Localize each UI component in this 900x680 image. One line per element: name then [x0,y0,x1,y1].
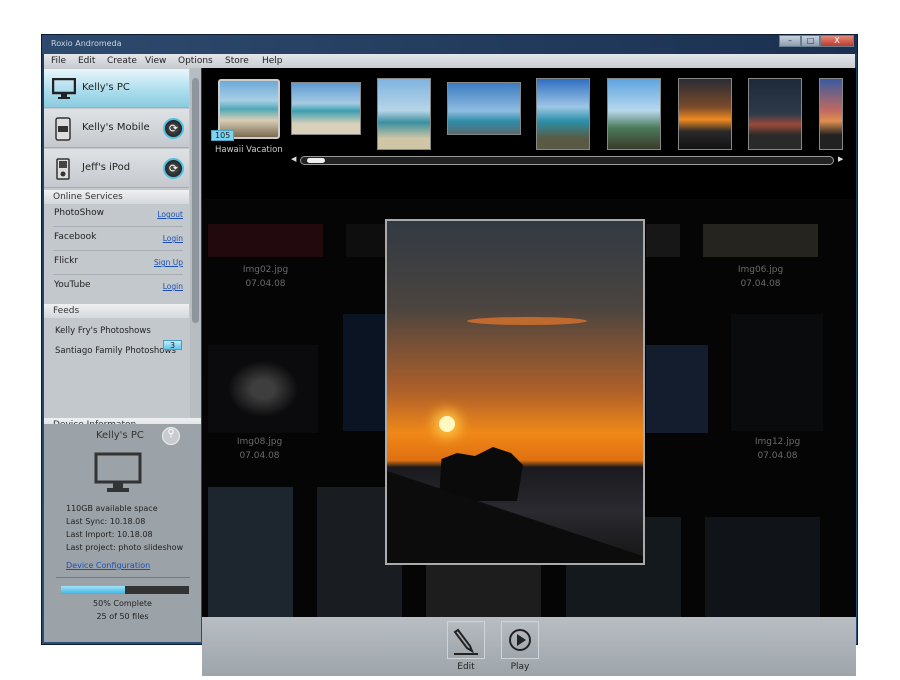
strip-thumbnail[interactable] [536,78,590,150]
main-content: 105 Hawaii Vacation ◀ ▶ Img02.jpg 07.04.… [202,68,856,676]
strip-scroll-thumb[interactable] [307,158,325,163]
scroll-left-arrow[interactable]: ◀ [291,155,296,163]
sync-icon[interactable]: ⟳ [163,158,184,179]
menu-create[interactable]: Create [107,56,137,66]
ipod-icon [56,158,70,180]
device-label: Kelly's Mobile [82,122,150,133]
strip-thumbnail[interactable] [447,82,521,135]
monitor-icon [94,452,142,492]
window-title: Roxio Andromeda [51,39,122,48]
menu-view[interactable]: View [145,56,166,66]
login-link[interactable]: Login [163,234,183,243]
menu-help[interactable]: Help [262,56,283,66]
device-kellys-pc[interactable]: Kelly's PC [44,69,189,108]
strip-thumbnail[interactable] [607,78,661,150]
feed-badge: 3 [163,340,182,350]
last-sync: Last Sync: 10.18.08 [66,517,146,526]
files-count: 25 of 50 files [96,612,149,621]
title-bar: Roxio Andromeda – □ X [42,35,857,54]
device-info-panel: Kelly's PC ⚲ 110GB available space Last … [44,424,201,642]
progress-bar [61,586,189,594]
usb-icon: ⚲ [162,427,180,445]
play-button[interactable] [501,621,539,659]
device-configuration-link[interactable]: Device Configuration [66,561,150,570]
play-label: Play [510,662,530,672]
edit-label: Edit [457,662,475,672]
monitor-icon [52,78,76,99]
strip-thumbnail[interactable] [748,78,802,150]
last-import: Last Import: 10.18.08 [66,530,153,539]
edit-button[interactable] [447,621,485,659]
device-label: Jeff's iPod [82,162,131,173]
scroll-right-arrow[interactable]: ▶ [838,155,843,163]
maximize-button[interactable]: □ [801,35,820,47]
photo-preview[interactable] [385,219,645,565]
strip-scrollbar[interactable] [300,156,834,165]
feeds-header: Feeds [44,304,189,318]
mobile-icon [55,117,71,141]
play-icon [509,629,531,651]
sync-icon[interactable]: ⟳ [163,118,184,139]
device-label: Kelly's PC [82,82,130,93]
scrollbar-thumb[interactable] [192,78,199,323]
online-services-header: Online Services [44,190,189,204]
device-jeffs-ipod[interactable]: Jeff's iPod ⟳ [44,149,189,188]
menu-store[interactable]: Store [225,56,249,66]
signup-link[interactable]: Sign Up [154,258,183,267]
menu-edit[interactable]: Edit [78,56,95,66]
device-info-name: Kelly's PC [96,430,144,441]
app-window: Roxio Andromeda – □ X File Edit Create V… [41,34,858,676]
bottom-toolbar: Edit Play [202,617,856,676]
close-button[interactable]: X [820,35,854,47]
strip-thumbnail[interactable] [819,78,843,150]
photo-grid: Img02.jpg 07.04.08 Img06.jpg 07.04.08 Img0… [202,199,856,617]
service-name: Flickr [54,256,79,266]
service-name: PhotoShow [54,208,104,218]
sun [439,416,455,432]
service-youtube: YouTube Login [53,276,183,299]
menu-file[interactable]: File [51,56,66,66]
sidebar: Kelly's PC Kelly's Mobile ⟳ Jeff's iPod … [44,68,201,642]
strip-thumbnail[interactable] [377,78,431,150]
device-kellys-mobile[interactable]: Kelly's Mobile ⟳ [44,109,189,148]
progress-fill [61,586,125,594]
available-space: 110GB available space [66,504,158,513]
strip-thumbnail[interactable] [678,78,732,150]
login-link[interactable]: Login [163,282,183,291]
divider [56,577,190,578]
menu-options[interactable]: Options [178,56,213,66]
service-name: Facebook [54,232,97,242]
logout-link[interactable]: Logout [157,210,183,219]
menu-bar: File Edit Create View Options Store Help [44,54,855,68]
photo-filename: Img06.jpg 07.04.08 [737,265,784,289]
strip-thumbnail[interactable] [291,82,361,135]
cloud [467,317,587,325]
photo-filename: Img12.jpg 07.04.08 [754,437,801,461]
service-photoshow: PhotoShow Logout [53,204,183,227]
album-count-badge: 105 [211,130,235,141]
minimize-button[interactable]: – [779,35,801,47]
photo-filename: Img08.jpg 07.04.08 [236,437,283,461]
feed-item[interactable]: Kelly Fry's Photoshows [55,326,151,336]
pencil-icon [453,628,478,655]
service-facebook: Facebook Login [53,228,183,251]
service-name: YouTube [54,280,91,290]
album-name: Hawaii Vacation [215,145,283,155]
service-flickr: Flickr Sign Up [53,252,183,275]
feed-item[interactable]: Santiago Family Photoshows [55,346,176,356]
last-project: Last project: photo slideshow [66,543,184,552]
photo-filename: Img02.jpg 07.04.08 [242,265,289,289]
progress-text: 50% Complete [93,599,152,608]
